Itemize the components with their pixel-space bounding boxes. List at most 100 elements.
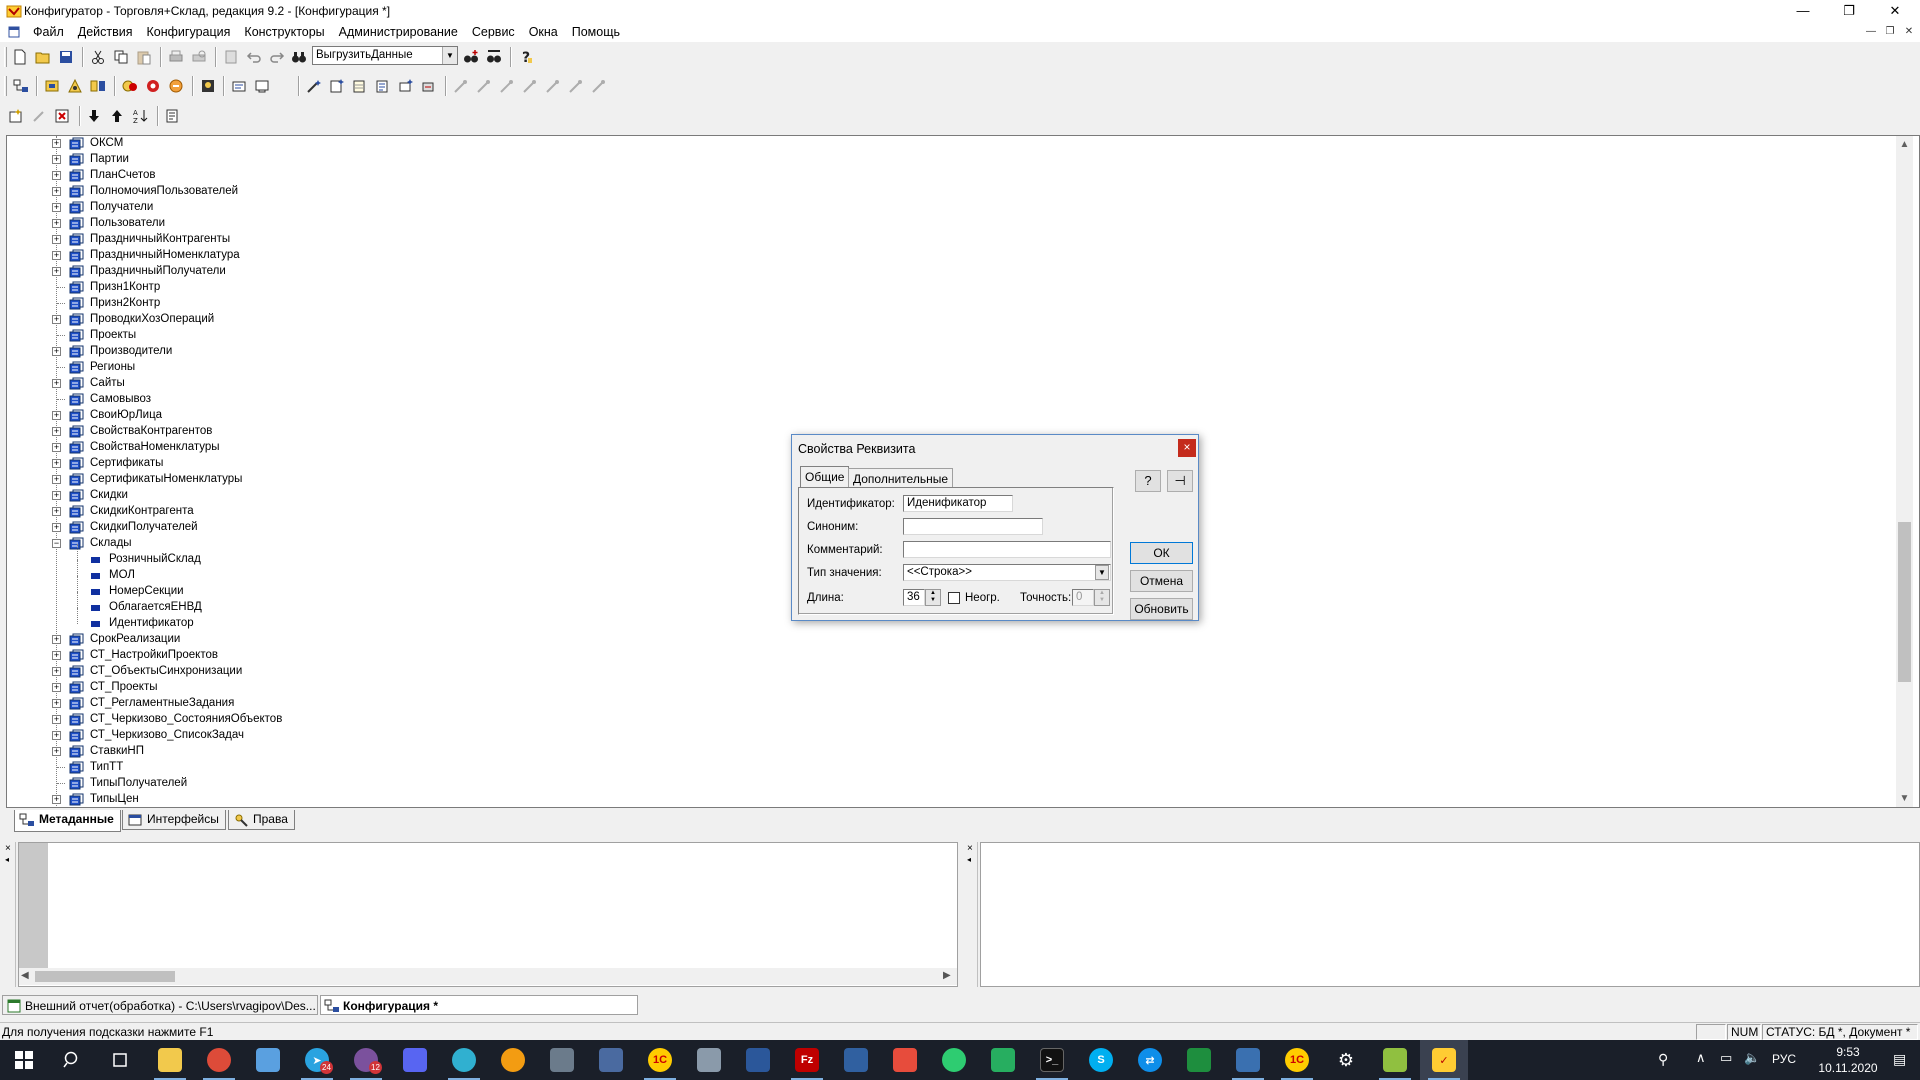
syntax-check-button[interactable] bbox=[166, 76, 186, 96]
merge-config-button[interactable] bbox=[120, 76, 140, 96]
pin-icon[interactable]: ◂ bbox=[967, 855, 971, 864]
taskbar-terminal[interactable]: >_ bbox=[1028, 1040, 1076, 1080]
tree-item[interactable]: ТипыПолучателей bbox=[7, 776, 1887, 792]
tab-additional[interactable]: Дополнительные bbox=[848, 468, 953, 488]
tree-item[interactable]: + СрокРеализации bbox=[7, 632, 1887, 648]
properties-button[interactable] bbox=[221, 47, 241, 67]
close-icon[interactable]: × bbox=[967, 843, 973, 854]
menu-windows[interactable]: Окна bbox=[522, 25, 565, 39]
taskbar-discord[interactable] bbox=[391, 1040, 439, 1080]
taskbar-eye-app[interactable] bbox=[930, 1040, 978, 1080]
mdi-document-icon[interactable] bbox=[8, 26, 20, 38]
tree-item[interactable]: + СТ_ОбъектыСинхронизации bbox=[7, 664, 1887, 680]
chevron-down-icon[interactable]: ▼ bbox=[1095, 565, 1109, 580]
expand-plus-icon[interactable]: + bbox=[52, 171, 61, 180]
pane-grip[interactable]: × ◂ bbox=[4, 842, 16, 987]
designer-1-button[interactable] bbox=[304, 76, 324, 96]
tree-item[interactable]: + ОКСМ bbox=[7, 136, 1887, 152]
search-in-module-button[interactable] bbox=[461, 47, 481, 67]
tree-item[interactable]: Самовывоз bbox=[7, 392, 1887, 408]
toolbar-grip[interactable] bbox=[4, 47, 7, 67]
pin-button[interactable]: ⊣ bbox=[1167, 470, 1193, 492]
scroll-down-icon[interactable]: ▼ bbox=[1896, 790, 1913, 807]
tree-item[interactable]: + Получатели bbox=[7, 200, 1887, 216]
expand-plus-icon[interactable]: + bbox=[52, 731, 61, 740]
expand-plus-icon[interactable]: + bbox=[52, 651, 61, 660]
print-preview-button[interactable] bbox=[189, 47, 209, 67]
syntax-helper-body[interactable] bbox=[980, 842, 1920, 987]
precision-input[interactable]: 0 bbox=[1072, 589, 1094, 606]
save-db-config-button[interactable] bbox=[65, 76, 85, 96]
chevron-down-icon[interactable]: ▼ bbox=[442, 47, 457, 64]
notifications-icon[interactable]: ▤ bbox=[1893, 1051, 1906, 1068]
tree-item[interactable]: + ПолномочияПользователей bbox=[7, 184, 1887, 200]
disabled-4-button[interactable] bbox=[520, 76, 540, 96]
config-window-button[interactable] bbox=[11, 76, 31, 96]
collapse-minus-icon[interactable]: − bbox=[52, 539, 61, 548]
identifier-input[interactable]: Иденификатор bbox=[903, 495, 1013, 512]
tab-interfaces[interactable]: Интерфейсы bbox=[122, 810, 226, 830]
clock-time[interactable]: 9:53 bbox=[1822, 1045, 1874, 1059]
expand-plus-icon[interactable]: + bbox=[52, 491, 61, 500]
input-language[interactable]: РУС bbox=[1772, 1052, 1796, 1066]
tree-item[interactable]: + Производители bbox=[7, 344, 1887, 360]
taskbar-color-app[interactable] bbox=[489, 1040, 537, 1080]
open-button[interactable] bbox=[33, 47, 53, 67]
taskbar-notepad-plus[interactable] bbox=[1371, 1040, 1419, 1080]
menu-configuration[interactable]: Конфигурация bbox=[140, 25, 238, 39]
dialog-close-button[interactable]: × bbox=[1178, 439, 1196, 457]
expand-plus-icon[interactable]: + bbox=[52, 267, 61, 276]
network-tray-icon[interactable]: ▭ bbox=[1720, 1050, 1732, 1066]
cancel-button[interactable]: Отмена bbox=[1130, 570, 1193, 592]
replace-button[interactable] bbox=[484, 47, 504, 67]
edit-object-button[interactable] bbox=[29, 106, 49, 126]
toolbar-grip[interactable] bbox=[4, 76, 7, 96]
disabled-2-button[interactable] bbox=[474, 76, 494, 96]
tree-item[interactable]: + Пользователи bbox=[7, 216, 1887, 232]
scroll-left-icon[interactable]: ◀ bbox=[21, 970, 29, 981]
expand-plus-icon[interactable]: + bbox=[52, 155, 61, 164]
expand-plus-icon[interactable]: + bbox=[52, 251, 61, 260]
tree-item[interactable]: + СвоиЮрЛица bbox=[7, 408, 1887, 424]
precision-spinner[interactable]: ▲ ▼ bbox=[1094, 589, 1110, 606]
move-up-button[interactable] bbox=[107, 106, 127, 126]
length-spinner[interactable]: ▲ ▼ bbox=[925, 589, 941, 606]
taskbar-network-app[interactable] bbox=[587, 1040, 635, 1080]
tree-item[interactable]: + СТ_Проекты bbox=[7, 680, 1887, 696]
debugger-button[interactable] bbox=[229, 76, 249, 96]
tree-item[interactable]: Призн2Контр bbox=[7, 296, 1887, 312]
paste-button[interactable] bbox=[134, 47, 154, 67]
disabled-6-button[interactable] bbox=[566, 76, 586, 96]
menu-actions[interactable]: Действия bbox=[71, 25, 140, 39]
search-button[interactable] bbox=[48, 1040, 96, 1080]
taskbar-settings[interactable]: ⚙ bbox=[1322, 1040, 1370, 1080]
tree-item[interactable]: Регионы bbox=[7, 360, 1887, 376]
taskbar-explorer[interactable] bbox=[146, 1040, 194, 1080]
taskbar-calculator[interactable] bbox=[538, 1040, 586, 1080]
copy-button[interactable] bbox=[111, 47, 131, 67]
expand-plus-icon[interactable]: + bbox=[52, 443, 61, 452]
cut-button[interactable] bbox=[88, 47, 108, 67]
expand-plus-icon[interactable]: + bbox=[52, 315, 61, 324]
tree-item[interactable]: + СТ_Черкизово_СостоянияОбъектов bbox=[7, 712, 1887, 728]
stop-button[interactable] bbox=[143, 76, 163, 96]
tree-item[interactable]: + ПраздничныйПолучатели bbox=[7, 264, 1887, 280]
expand-plus-icon[interactable]: + bbox=[52, 747, 61, 756]
close-button[interactable]: ✕ bbox=[1872, 0, 1918, 22]
taskbar-configurator[interactable]: ✓ bbox=[1420, 1040, 1468, 1080]
tree-vertical-scrollbar[interactable]: ▲ ▼ bbox=[1896, 136, 1913, 807]
refresh-button[interactable]: Обновить bbox=[1130, 598, 1193, 620]
taskbar-teamviewer[interactable]: ⇄ bbox=[1126, 1040, 1174, 1080]
expand-plus-icon[interactable]: + bbox=[52, 523, 61, 532]
taskbar-notepad[interactable] bbox=[244, 1040, 292, 1080]
tree-item[interactable]: + ПраздничныйНоменклатура bbox=[7, 248, 1887, 264]
pin-icon[interactable]: ◂ bbox=[5, 855, 9, 864]
expand-plus-icon[interactable]: + bbox=[52, 667, 61, 676]
designer-5-button[interactable] bbox=[396, 76, 416, 96]
tray-chevron-up-icon[interactable]: ∧ bbox=[1696, 1050, 1706, 1066]
taskbar-filezilla[interactable]: Fz bbox=[783, 1040, 831, 1080]
tab-rights[interactable]: Права bbox=[228, 810, 295, 830]
volume-icon[interactable]: 🔈 bbox=[1744, 1050, 1760, 1066]
disabled-3-button[interactable] bbox=[497, 76, 517, 96]
taskbar-skype-app[interactable] bbox=[440, 1040, 488, 1080]
